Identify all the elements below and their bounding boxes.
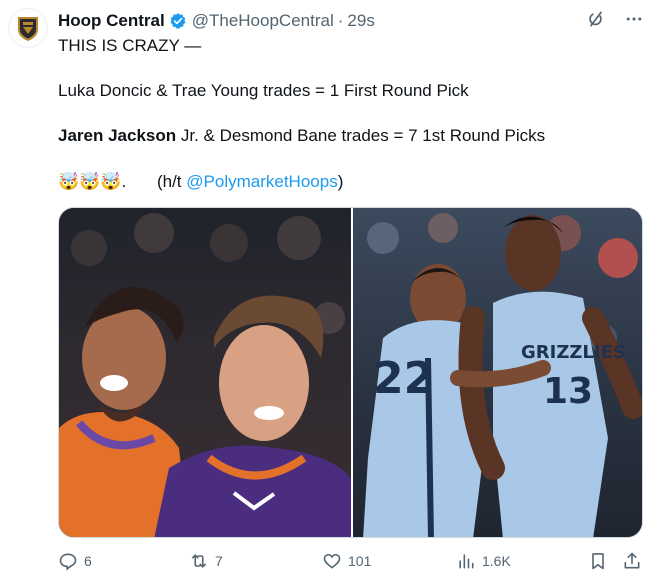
tweet-header: Hoop Central @TheHoopCentral · 29s	[58, 9, 644, 33]
author-handle[interactable]: @TheHoopCentral	[192, 11, 334, 31]
media-image-right[interactable]: 22 GRIZZLIES 13	[353, 208, 642, 537]
like-count: 101	[348, 553, 372, 569]
media-image-left[interactable]	[59, 208, 351, 537]
views-button[interactable]: 1.6K	[456, 551, 511, 571]
tweet-text-line-2: Luka Doncic & Trae Young trades = 1 Firs…	[58, 81, 469, 100]
tweet-media[interactable]: 22 GRIZZLIES 13	[58, 207, 643, 538]
team-logo-icon	[18, 17, 38, 41]
line-3-rest: Jr. & Desmond Bane trades = 7 1st Round …	[176, 126, 546, 145]
display-name[interactable]: Hoop Central	[58, 11, 165, 31]
share-icon	[624, 552, 640, 569]
verified-badge-icon	[170, 13, 186, 29]
bookmark-icon	[592, 553, 604, 570]
more-icon	[626, 17, 642, 21]
header-actions	[586, 9, 644, 29]
share-button[interactable]	[622, 551, 642, 571]
jersey-number-right: 13	[543, 371, 593, 412]
like-icon	[323, 553, 341, 569]
like-button[interactable]: 101	[322, 551, 371, 571]
reply-count: 6	[84, 553, 92, 569]
tweet-text-line-3: Jaren Jackson Jr. & Desmond Bane trades …	[58, 125, 648, 147]
bookmark-button[interactable]	[588, 551, 608, 571]
avatar[interactable]	[8, 8, 48, 48]
bold-name: Jaren Jackson	[58, 126, 177, 145]
separator-dot: ·	[337, 11, 344, 30]
reply-icon	[59, 553, 77, 571]
timestamp[interactable]: 29s	[347, 11, 374, 31]
tweet-actions: 6 7 101 1.6K	[58, 548, 644, 574]
grok-button[interactable]	[586, 9, 606, 29]
jersey-team-name: GRIZZLIES	[521, 342, 626, 363]
mind-blown-emojis: 🤯🤯🤯.	[58, 172, 127, 191]
tweet-text-line-1: THIS IS CRAZY —	[58, 36, 202, 55]
reply-button[interactable]: 6	[58, 551, 92, 571]
players-right-illustration: 22 GRIZZLIES 13	[363, 213, 642, 537]
tweet-text-line-4: 🤯🤯🤯. (h/t @PolymarketHoops)	[58, 171, 648, 193]
repost-button[interactable]: 7	[189, 551, 223, 571]
repost-icon	[191, 554, 207, 568]
repost-count: 7	[215, 553, 223, 569]
grok-icon	[589, 11, 602, 27]
more-button[interactable]	[624, 9, 644, 29]
players-left-illustration	[59, 213, 351, 537]
mention-link[interactable]: @PolymarketHoops	[186, 172, 337, 191]
views-count: 1.6K	[482, 553, 511, 569]
views-icon	[459, 554, 474, 569]
hat-tip-suffix: )	[337, 172, 344, 191]
jersey-number-left: 22	[373, 353, 434, 404]
hat-tip-prefix: (h/t	[156, 172, 187, 191]
